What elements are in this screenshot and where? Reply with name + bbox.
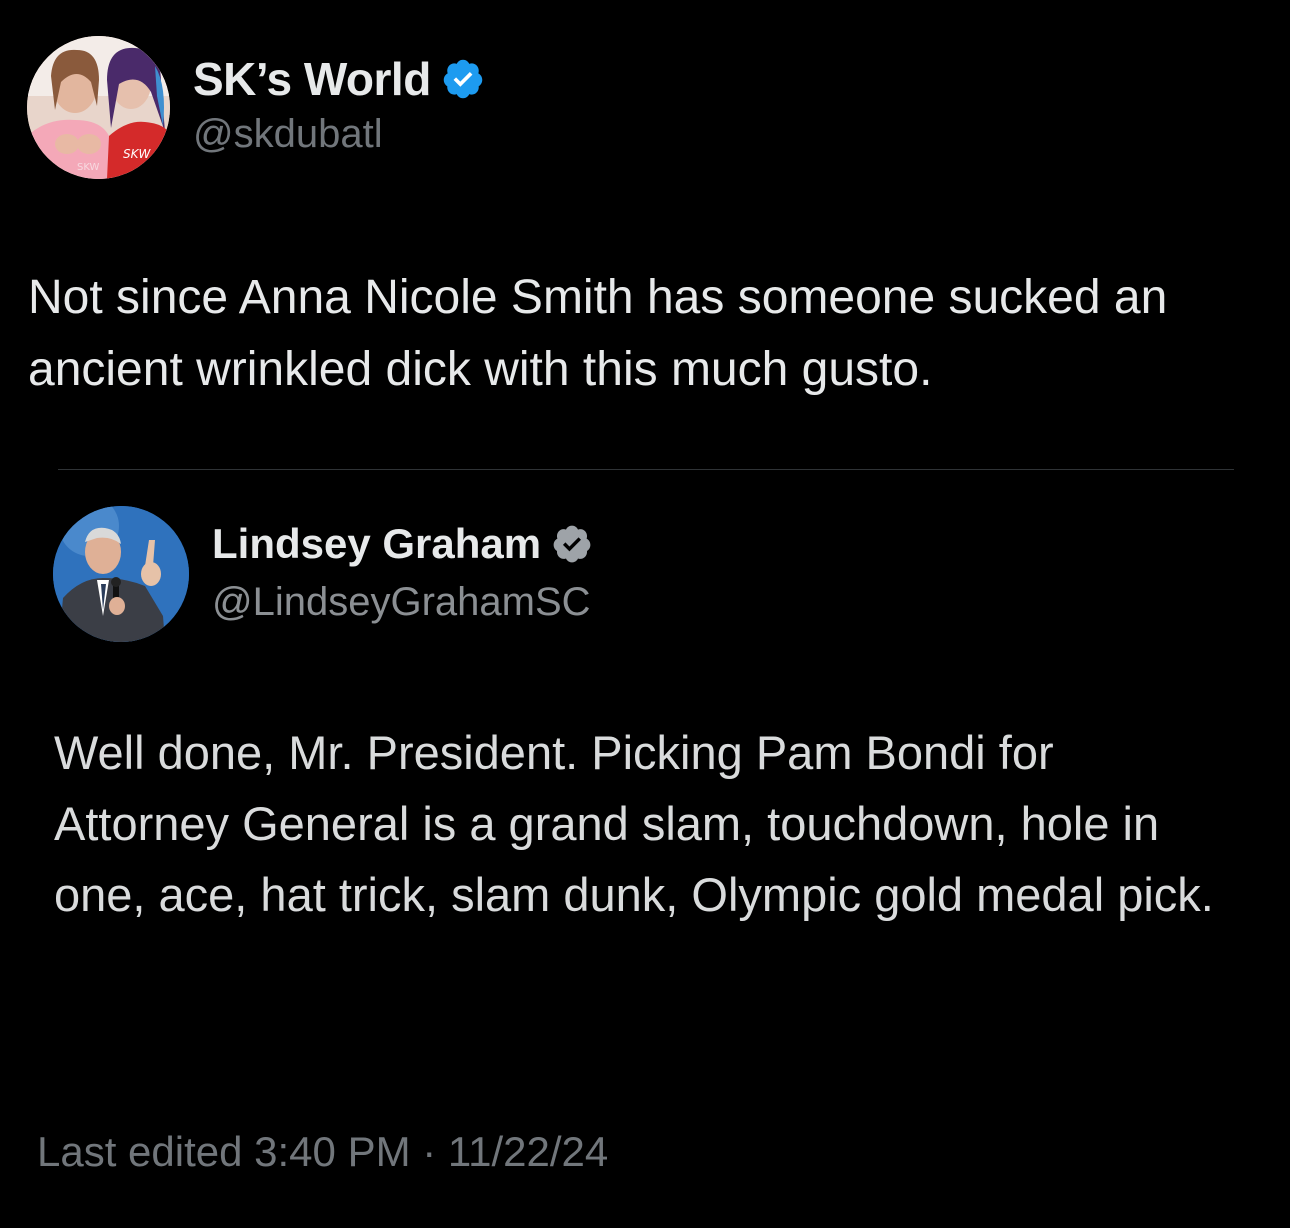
- quoted-author-name[interactable]: Lindsey Graham: [212, 520, 593, 568]
- author-name[interactable]: SK’s World: [193, 52, 485, 106]
- author-name-label: SK’s World: [193, 53, 431, 105]
- tweet-card: SKW SKW SK’s World @skdubatl Not since A…: [0, 0, 1290, 1228]
- avatar-text-left: SKW: [77, 162, 100, 173]
- avatar-photo-image: SKW SKW: [27, 36, 170, 179]
- avatar-text-right: SKW: [123, 147, 151, 161]
- quote-divider: [58, 469, 1234, 470]
- author-handle[interactable]: @skdubatl: [193, 112, 383, 157]
- verified-badge-icon: [443, 59, 483, 99]
- quoted-author-avatar[interactable]: [53, 506, 189, 642]
- edited-timestamp[interactable]: Last edited 3:40 PM · 11/22/24: [37, 1128, 608, 1176]
- author-avatar[interactable]: SKW SKW: [27, 36, 170, 179]
- tweet-text: Not since Anna Nicole Smith has someone …: [28, 271, 1168, 396]
- quoted-author-name-label: Lindsey Graham: [212, 520, 542, 567]
- quoted-avatar-photo-image: [53, 506, 189, 642]
- quoted-tweet-text: Well done, Mr. President. Picking Pam Bo…: [54, 726, 1214, 921]
- quoted-author-handle[interactable]: @LindseyGrahamSC: [212, 580, 591, 625]
- government-verified-badge-icon: [553, 525, 591, 563]
